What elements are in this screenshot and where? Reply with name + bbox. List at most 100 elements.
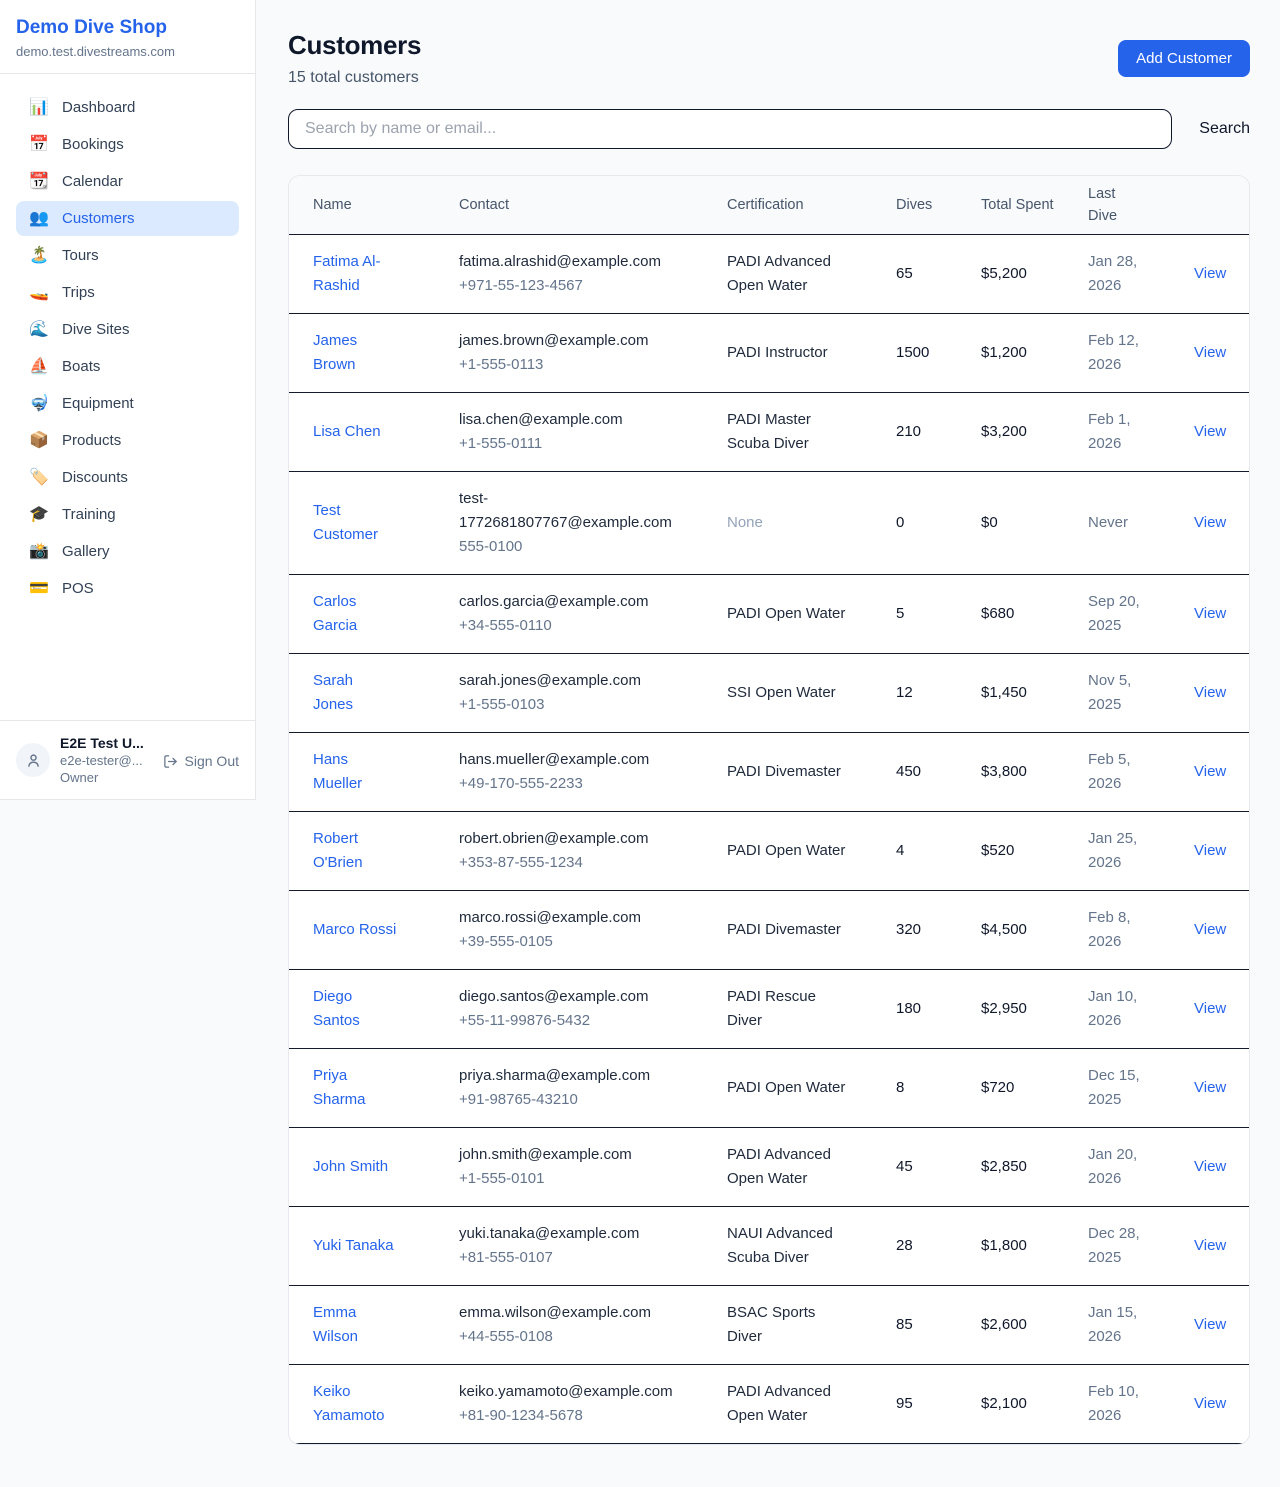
table-header-row: Name Contact Certification Dives Total S… [289,176,1249,235]
view-link[interactable]: View [1194,1079,1226,1096]
view-link[interactable]: View [1194,842,1226,859]
customer-certification: PADI Open Water [727,1049,896,1128]
customer-name-link[interactable]: Robert O'Brien [313,830,363,871]
sidebar-item-customers[interactable]: 👥 Customers [16,201,239,236]
sidebar-item-equipment[interactable]: 🤿 Equipment [16,386,239,421]
view-link[interactable]: View [1194,1395,1226,1412]
sidebar-item-label: Discounts [62,469,128,486]
view-link[interactable]: View [1194,265,1226,282]
customer-certification: PADI Open Water [727,575,896,654]
page-title: Customers [288,30,421,61]
customer-last-dive: Feb 5, 2026 [1088,733,1152,812]
sidebar: Demo Dive Shop demo.test.divestreams.com… [0,0,256,800]
table-row-marco-rossi: Marco Rossi marco.rossi@example.com +39-… [289,891,1249,970]
sidebar-user-section: E2E Test U... e2e-tester@... Owner Sign … [0,720,255,799]
nav-icon: 🤿 [29,396,49,412]
sidebar-header: Demo Dive Shop demo.test.divestreams.com [0,0,255,74]
customer-last-dive: Feb 12, 2026 [1088,314,1152,393]
customer-certification: NAUI Advanced Scuba Diver [727,1207,896,1286]
sign-out-icon [163,754,178,769]
customer-certification: PADI Open Water [727,812,896,891]
sidebar-item-calendar[interactable]: 📆 Calendar [16,164,239,199]
customer-email: carlos.garcia@example.com [459,590,697,614]
customer-last-dive: Jan 15, 2026 [1088,1286,1152,1365]
view-link[interactable]: View [1194,605,1226,622]
sidebar-item-training[interactable]: 🎓 Training [16,497,239,532]
customer-name-link[interactable]: Emma Wilson [313,1304,358,1345]
customer-name-link[interactable]: Marco Rossi [313,921,396,938]
customer-name-link[interactable]: Test Customer [313,502,378,543]
customer-name-link[interactable]: Hans Mueller [313,751,362,792]
search-input[interactable] [288,109,1172,149]
customer-email: emma.wilson@example.com [459,1301,697,1325]
sidebar-item-boats[interactable]: ⛵ Boats [16,349,239,384]
customer-name-link[interactable]: Carlos Garcia [313,593,357,634]
sidebar-item-pos[interactable]: 💳 POS [16,571,239,606]
customer-name-link[interactable]: Fatima Al-Rashid [313,253,381,294]
customer-phone: +81-555-0107 [459,1246,697,1270]
view-link[interactable]: View [1194,1000,1226,1017]
customer-last-dive: Nov 5, 2025 [1088,654,1152,733]
sidebar-item-label: Dashboard [62,99,135,116]
sidebar-item-discounts[interactable]: 🏷️ Discounts [16,460,239,495]
customer-certification: PADI Divemaster [727,733,896,812]
customer-name-link[interactable]: Sarah Jones [313,672,353,713]
customer-certification: SSI Open Water [727,654,896,733]
view-link[interactable]: View [1194,514,1226,531]
customer-phone: +81-90-1234-5678 [459,1404,697,1428]
view-link[interactable]: View [1194,1316,1226,1333]
sidebar-item-bookings[interactable]: 📅 Bookings [16,127,239,162]
sidebar-item-label: Gallery [62,543,110,560]
search-button[interactable]: Search [1199,112,1250,146]
customer-last-dive: Dec 15, 2025 [1088,1049,1152,1128]
customer-total-spent: $1,800 [981,1207,1088,1286]
sidebar-item-label: Customers [62,210,135,227]
nav-icon: 📊 [29,100,49,116]
view-link[interactable]: View [1194,1237,1226,1254]
user-info: E2E Test U... e2e-tester@... Owner [60,735,153,785]
add-customer-button[interactable]: Add Customer [1118,40,1250,77]
customer-last-dive: Feb 8, 2026 [1088,891,1152,970]
sign-out-button[interactable]: Sign Out [163,753,239,769]
sidebar-item-trips[interactable]: 🚤 Trips [16,275,239,310]
customer-last-dive: Jan 25, 2026 [1088,812,1152,891]
sidebar-item-label: Bookings [62,136,124,153]
customer-phone: +353-87-555-1234 [459,851,697,875]
sidebar-item-gallery[interactable]: 📸 Gallery [16,534,239,569]
view-link[interactable]: View [1194,423,1226,440]
customer-name-link[interactable]: James Brown [313,332,357,373]
customer-dives: 8 [896,1049,981,1128]
sidebar-item-label: POS [62,580,94,597]
sidebar-item-products[interactable]: 📦 Products [16,423,239,458]
customer-name-link[interactable]: Diego Santos [313,988,360,1029]
customer-phone: +39-555-0105 [459,930,697,954]
customer-last-dive: Jan 28, 2026 [1088,235,1152,314]
sidebar-item-tours[interactable]: 🏝️ Tours [16,238,239,273]
customers-table-card: Name Contact Certification Dives Total S… [288,175,1250,1445]
customer-name-link[interactable]: Yuki Tanaka [313,1237,394,1254]
nav-icon: ⛵ [29,359,49,375]
view-link[interactable]: View [1194,1158,1226,1175]
customer-email: james.brown@example.com [459,329,697,353]
sidebar-item-dashboard[interactable]: 📊 Dashboard [16,90,239,125]
customer-name-link[interactable]: Lisa Chen [313,423,381,440]
view-link[interactable]: View [1194,344,1226,361]
customer-dives: 4 [896,812,981,891]
customer-name-link[interactable]: Keiko Yamamoto [313,1383,384,1424]
customer-name-link[interactable]: Priya Sharma [313,1067,366,1108]
customer-name-link[interactable]: John Smith [313,1158,388,1175]
column-header-last-dive: Last Dive [1088,176,1152,235]
main-content: Customers 15 total customers Add Custome… [256,0,1280,1487]
view-link[interactable]: View [1194,763,1226,780]
user-name: E2E Test U... [60,735,153,751]
sidebar-item-dive-sites[interactable]: 🌊 Dive Sites [16,312,239,347]
sign-out-label: Sign Out [185,753,239,769]
customer-total-spent: $2,100 [981,1365,1088,1444]
column-header-total-spent: Total Spent [981,176,1088,235]
customer-total-spent: $5,200 [981,235,1088,314]
view-link[interactable]: View [1194,684,1226,701]
customer-certification: BSAC Sports Diver [727,1286,896,1365]
view-link[interactable]: View [1194,921,1226,938]
customer-email: john.smith@example.com [459,1143,697,1167]
customers-table: Name Contact Certification Dives Total S… [289,176,1249,1444]
